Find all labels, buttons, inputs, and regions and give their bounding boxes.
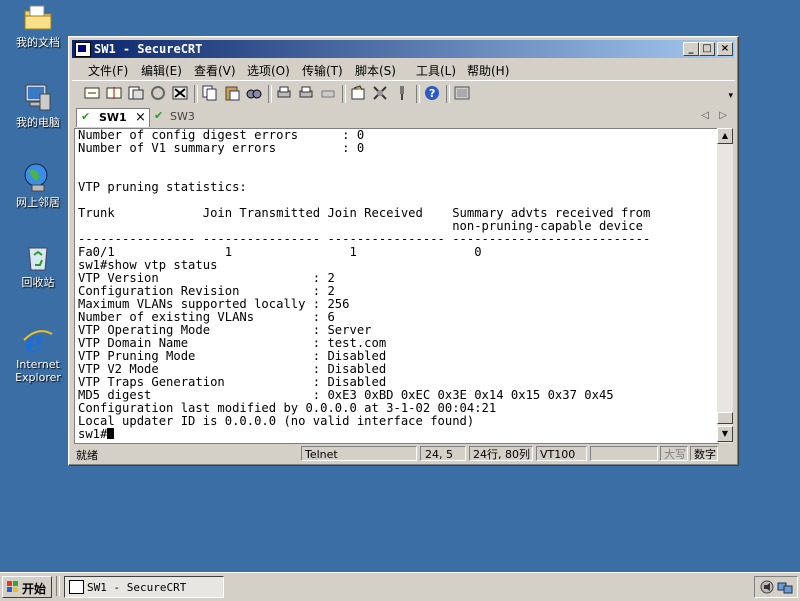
app-icon xyxy=(75,42,91,57)
taskbar-separator xyxy=(56,576,60,596)
desktop-icon-recycle-bin[interactable]: 回收站 xyxy=(6,242,70,289)
desktop-icon-label: 我的文档 xyxy=(16,36,60,49)
scroll-thumb[interactable] xyxy=(717,412,733,424)
tab-scroll-left-icon[interactable]: ◁ xyxy=(701,110,709,121)
taskbar-item-label: SW1 - SecureCRT xyxy=(87,581,187,594)
menu-transfer[interactable]: 传输(T) xyxy=(302,62,343,79)
start-label: 开始 xyxy=(22,582,47,596)
volume-icon[interactable] xyxy=(759,579,775,595)
tab-sw3[interactable]: ✔ SW3 xyxy=(152,108,212,126)
quick-connect-icon[interactable] xyxy=(106,85,122,101)
tab-label: SW1 xyxy=(99,111,127,124)
network-status-icon[interactable] xyxy=(777,579,793,595)
status-ready: 就绪 xyxy=(76,449,98,462)
connect-icon[interactable] xyxy=(84,85,100,101)
connected-check-icon: ✔ xyxy=(154,109,164,122)
print-setup-icon[interactable] xyxy=(320,85,336,101)
terminal-area[interactable]: Number of config digest errors : 0 Numbe… xyxy=(74,128,719,444)
recycle-bin-icon xyxy=(22,242,54,274)
desktop-icon-network[interactable]: 网上邻居 xyxy=(6,162,70,209)
copy-icon[interactable] xyxy=(202,85,218,101)
desktop-icon-label-line2: Explorer xyxy=(15,371,61,384)
desktop-icon-my-computer[interactable]: 我的电脑 xyxy=(6,82,70,129)
help-icon[interactable]: ? xyxy=(424,85,440,101)
find-icon[interactable] xyxy=(246,85,262,101)
tab-scroll-right-icon[interactable]: ▷ xyxy=(719,110,727,121)
status-bar: 就绪 Telnet 24, 5 24行, 80列 VT100 大写 数字 xyxy=(72,445,735,463)
desktop-icon-my-documents[interactable]: 我的文档 xyxy=(6,2,70,49)
desktop-icon-label: 回收站 xyxy=(21,276,55,289)
status-caps-lock: 大写 xyxy=(660,446,688,461)
toolbar: ? ▾ xyxy=(72,80,735,107)
start-button[interactable]: 开始 xyxy=(2,576,52,598)
print-icon[interactable] xyxy=(276,85,292,101)
status-empty xyxy=(590,446,658,461)
taskbar: 开始 SW1 - SecureCRT xyxy=(0,572,800,601)
toolbar-overflow-icon[interactable]: ▾ xyxy=(728,91,733,101)
status-num-lock: 数字 xyxy=(690,446,718,461)
status-terminal-size: 24行, 80列 xyxy=(469,446,533,461)
status-protocol: Telnet xyxy=(301,446,417,461)
connect-in-tab-icon[interactable] xyxy=(128,85,144,101)
desktop-icon-label: 网上邻居 xyxy=(16,196,60,209)
svg-text:e: e xyxy=(25,325,44,356)
global-options-icon[interactable] xyxy=(372,85,388,101)
internet-explorer-icon: e xyxy=(22,324,54,360)
windows-logo-icon xyxy=(7,581,18,592)
toolbar-separator xyxy=(416,85,420,103)
status-emulation: VT100 xyxy=(536,446,587,461)
status-cursor-position: 24, 5 xyxy=(420,446,466,461)
terminal-output: Number of config digest errors : 0 Numbe… xyxy=(78,128,651,441)
print-selection-icon[interactable] xyxy=(298,85,314,101)
tab-label: SW3 xyxy=(170,110,195,123)
title-bar[interactable]: SW1 - SecureCRT _ □ × xyxy=(72,40,735,58)
toolbar-separator xyxy=(194,85,198,103)
folder-icon xyxy=(22,2,54,34)
close-button[interactable]: × xyxy=(717,42,733,56)
toolbar-separator xyxy=(268,85,272,103)
menu-bar: 文件(F) 编辑(E) 查看(V) 选项(O) 传输(T) 脚本(S) 工具(L… xyxy=(72,59,735,79)
toolbar-separator xyxy=(446,85,450,103)
system-tray xyxy=(754,576,798,598)
tab-close-icon[interactable]: × xyxy=(135,110,146,125)
maximize-button[interactable]: □ xyxy=(699,42,715,56)
session-options-icon[interactable] xyxy=(350,85,366,101)
scroll-up-button[interactable]: ▲ xyxy=(717,128,733,144)
tab-sw1[interactable]: ✔ SW1 × xyxy=(76,108,150,127)
terminal-cursor xyxy=(107,428,115,439)
menu-edit[interactable]: 编辑(E) xyxy=(141,62,182,79)
taskbar-item-securecrt[interactable]: SW1 - SecureCRT xyxy=(64,576,224,598)
paste-icon[interactable] xyxy=(224,85,240,101)
securecrt-window: SW1 - SecureCRT _ □ × 文件(F) 编辑(E) 查看(V) … xyxy=(68,36,739,466)
menu-help[interactable]: 帮助(H) xyxy=(467,62,509,79)
screenshot-icon[interactable] xyxy=(454,85,470,101)
menu-script[interactable]: 脚本(S) xyxy=(355,62,396,79)
desktop-icon-internet-explorer[interactable]: e Internet Explorer xyxy=(6,324,70,384)
desktop-icon-label-line1: Internet xyxy=(16,358,60,371)
menu-file[interactable]: 文件(F) xyxy=(88,62,128,79)
reconnect-icon[interactable] xyxy=(150,85,166,101)
menu-tools[interactable]: 工具(L) xyxy=(416,62,456,79)
keymap-icon[interactable] xyxy=(394,85,410,101)
session-tabs: ✔ SW1 × ✔ SW3 ◁ ▷ xyxy=(72,107,735,127)
minimize-button[interactable]: _ xyxy=(683,42,699,56)
toolbar-separator xyxy=(342,85,346,103)
menu-view[interactable]: 查看(V) xyxy=(194,62,236,79)
app-icon xyxy=(69,580,84,594)
svg-text:?: ? xyxy=(429,87,435,100)
network-icon xyxy=(22,162,54,194)
vertical-scrollbar[interactable]: ▲ ▼ xyxy=(717,128,733,443)
disconnect-icon[interactable] xyxy=(172,85,188,101)
scroll-down-button[interactable]: ▼ xyxy=(717,426,733,442)
connected-check-icon: ✔ xyxy=(81,110,91,123)
desktop-icon-label: 我的电脑 xyxy=(16,116,60,129)
window-title: SW1 - SecureCRT xyxy=(94,42,203,56)
menu-options[interactable]: 选项(O) xyxy=(247,62,290,79)
computer-icon xyxy=(22,82,54,114)
